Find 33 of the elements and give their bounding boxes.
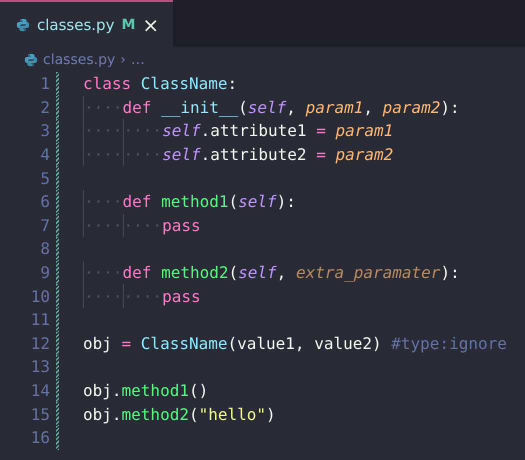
line-number: 3: [39, 121, 50, 140]
code-line: ····def __init__(self, param1, param2):: [83, 96, 460, 120]
line-number: 15: [30, 404, 50, 424]
line-number: 2: [39, 98, 50, 117]
line-number: 5: [39, 168, 50, 188]
code-line: obj.method2("hello"): [83, 404, 276, 426]
code-line: ········self.attribute1 = param1: [83, 119, 394, 143]
line-number: 7: [39, 216, 50, 235]
line-number: 6: [39, 192, 50, 212]
code-line: obj = ClassName(value1, value2) #type:ignore: [83, 332, 507, 355]
close-icon[interactable]: ×: [142, 14, 160, 34]
line-number: 12: [30, 334, 50, 353]
line-number: 10: [30, 286, 50, 306]
status-label: M: [121, 16, 136, 32]
python-icon: [24, 52, 38, 66]
line-number: 4: [39, 145, 50, 164]
code-line: ········self.attribute2 = param2: [83, 142, 394, 166]
code-line: obj.method1(): [83, 380, 208, 402]
editor-tab[interactable]: classes.py M ×: [0, 0, 174, 47]
line-number: 9: [39, 263, 50, 282]
code-line: ····def method1(self):: [83, 190, 296, 214]
line-number: 8: [39, 239, 50, 258]
line-number: 14: [30, 381, 50, 400]
line-number: 11: [30, 310, 50, 330]
line-number: 13: [30, 357, 50, 376]
code-line: ········pass: [83, 214, 201, 238]
code-line: ····def method2(self, extra_paramater):: [83, 260, 460, 284]
line-number: 16: [30, 428, 50, 448]
code-line: class ClassName:: [83, 73, 238, 96]
chevron-icon: ›: [120, 52, 126, 68]
line-number: 1: [39, 74, 50, 94]
code-line: ········pass: [83, 284, 201, 308]
python-icon: [16, 18, 30, 32]
